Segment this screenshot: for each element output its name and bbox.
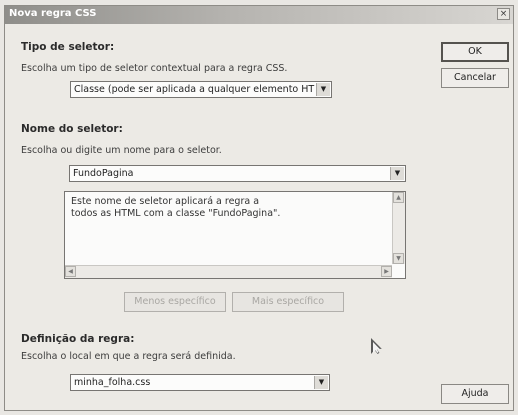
dialog-title: Nova regra CSS <box>9 8 97 19</box>
selector-name-combobox[interactable]: FundoPagina ▼ <box>69 165 406 182</box>
scroll-left-icon[interactable]: ◀ <box>65 266 76 277</box>
selector-name-description: Escolha ou digite um nome para o seletor… <box>21 145 222 156</box>
selector-name-heading: Nome do seletor: <box>21 123 123 135</box>
selector-info-textarea: Este nome de seletor aplicará a regra a … <box>64 191 406 279</box>
horizontal-scrollbar[interactable]: ◀ ▶ <box>65 265 392 278</box>
less-specific-button[interactable]: Menos específico <box>124 292 226 312</box>
scroll-right-icon[interactable]: ▶ <box>381 266 392 277</box>
selector-info-line-1: Este nome de seletor aplicará a regra a <box>71 196 260 207</box>
scroll-down-icon[interactable]: ▼ <box>393 253 404 264</box>
chevron-down-icon[interactable]: ▼ <box>390 167 404 180</box>
title-bar[interactable]: Nova regra CSS × <box>5 6 513 24</box>
selector-info-text: Este nome de seletor aplicará a regra a … <box>71 196 371 220</box>
close-icon[interactable]: × <box>497 8 510 20</box>
more-specific-button[interactable]: Mais específico <box>232 292 344 312</box>
rule-definition-description: Escolha o local em que a regra será defi… <box>21 351 236 362</box>
selector-type-dropdown[interactable]: Classe (pode ser aplicada a qualquer ele… <box>70 81 332 98</box>
selector-type-description: Escolha um tipo de seletor contextual pa… <box>21 63 288 74</box>
rule-definition-value: minha_folha.css <box>74 377 151 388</box>
rule-definition-dropdown[interactable]: minha_folha.css ▼ <box>70 374 330 391</box>
chevron-down-icon[interactable]: ▼ <box>316 83 330 96</box>
selector-name-value: FundoPagina <box>73 168 134 179</box>
rule-definition-heading: Definição da regra: <box>21 333 135 345</box>
scroll-up-icon[interactable]: ▲ <box>393 192 404 203</box>
ok-button[interactable]: OK <box>441 42 509 62</box>
cancel-button[interactable]: Cancelar <box>441 68 509 88</box>
selector-type-value: Classe (pode ser aplicada a qualquer ele… <box>74 84 315 95</box>
chevron-down-icon[interactable]: ▼ <box>314 376 328 389</box>
selector-info-line-2: todos as HTML com a classe "FundoPagina"… <box>71 208 281 219</box>
vertical-scrollbar[interactable]: ▲ ▼ <box>392 192 405 264</box>
help-button[interactable]: Ajuda <box>441 384 509 404</box>
selector-type-heading: Tipo de seletor: <box>21 41 115 53</box>
